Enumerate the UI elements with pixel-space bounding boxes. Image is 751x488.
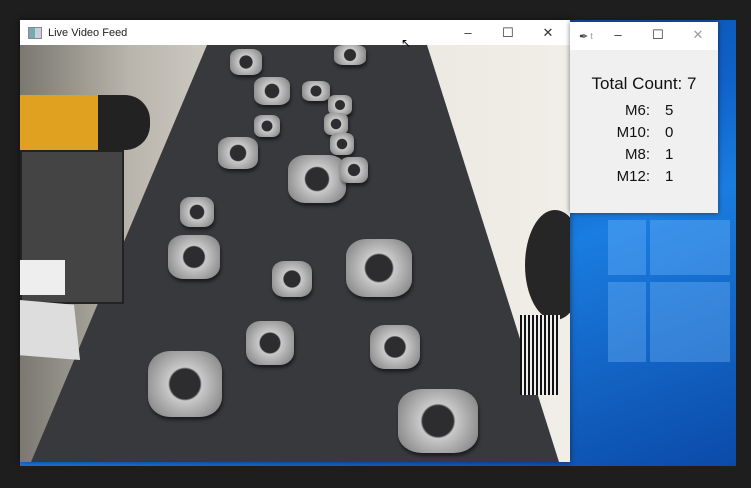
count-row-m6: M6: 5 bbox=[570, 102, 718, 124]
counter-titlebar[interactable]: ✒ t – ☐ ✕ bbox=[570, 22, 718, 50]
nut bbox=[302, 81, 330, 101]
nut bbox=[246, 321, 294, 365]
count-value: 1 bbox=[665, 168, 674, 185]
nut bbox=[340, 157, 368, 183]
video-titlebar[interactable]: Live Video Feed – ☐ ✕ bbox=[20, 20, 570, 45]
window-title: t bbox=[590, 31, 593, 41]
nut bbox=[218, 137, 258, 169]
app-icon bbox=[28, 26, 42, 39]
count-value: 5 bbox=[665, 102, 674, 119]
wallpaper-pane bbox=[650, 282, 730, 362]
video-window: Live Video Feed – ☐ ✕ bbox=[20, 20, 570, 462]
nut bbox=[168, 235, 220, 279]
count-label: M6: bbox=[624, 102, 650, 119]
nut bbox=[230, 49, 262, 75]
count-row-m12: M12: 1 bbox=[570, 168, 718, 190]
counter-window: ✒ t – ☐ ✕ Total Count: 7 M6: 5 M10: 0 M8: 1… bbox=[570, 22, 718, 213]
count-label: M12: bbox=[616, 168, 650, 185]
count-value: 0 bbox=[665, 124, 674, 141]
nut bbox=[180, 197, 214, 227]
dark-object bbox=[525, 210, 570, 320]
count-value: 1 bbox=[665, 146, 674, 163]
barcode-label bbox=[20, 260, 65, 295]
total-count: Total Count: 7 bbox=[591, 74, 697, 93]
maximize-button[interactable]: ☐ bbox=[488, 20, 528, 45]
feather-icon: ✒ bbox=[579, 30, 589, 43]
minimize-button[interactable]: – bbox=[600, 22, 636, 47]
close-button[interactable]: ✕ bbox=[528, 20, 568, 45]
count-label: M8: bbox=[624, 146, 650, 163]
nut bbox=[334, 45, 366, 65]
nut bbox=[398, 389, 478, 453]
nut bbox=[346, 239, 412, 297]
mouse-cursor-icon: ↖ bbox=[401, 36, 412, 50]
nut bbox=[330, 133, 354, 155]
count-label: M10: bbox=[616, 124, 650, 141]
wallpaper-pane bbox=[650, 220, 730, 275]
nut bbox=[254, 77, 290, 105]
nut bbox=[254, 115, 280, 137]
nut bbox=[148, 351, 222, 417]
nut bbox=[324, 113, 348, 135]
wallpaper-pane bbox=[608, 220, 646, 275]
maximize-button[interactable]: ☐ bbox=[640, 22, 676, 47]
minimize-button[interactable]: – bbox=[448, 20, 488, 45]
nut bbox=[370, 325, 420, 369]
count-row-m8: M8: 1 bbox=[570, 146, 718, 168]
sensor bbox=[20, 95, 150, 150]
nut bbox=[272, 261, 312, 297]
close-button[interactable]: ✕ bbox=[680, 22, 716, 47]
nut bbox=[328, 95, 352, 115]
count-row-m10: M10: 0 bbox=[570, 124, 718, 146]
window-title: Live Video Feed bbox=[48, 26, 128, 39]
barcode bbox=[520, 315, 560, 395]
nut bbox=[288, 155, 346, 203]
count-list: M6: 5 M10: 0 M8: 1 M12: 1 bbox=[570, 102, 718, 190]
video-feed bbox=[20, 45, 570, 462]
device-label bbox=[20, 300, 80, 360]
wallpaper-pane bbox=[608, 282, 646, 362]
